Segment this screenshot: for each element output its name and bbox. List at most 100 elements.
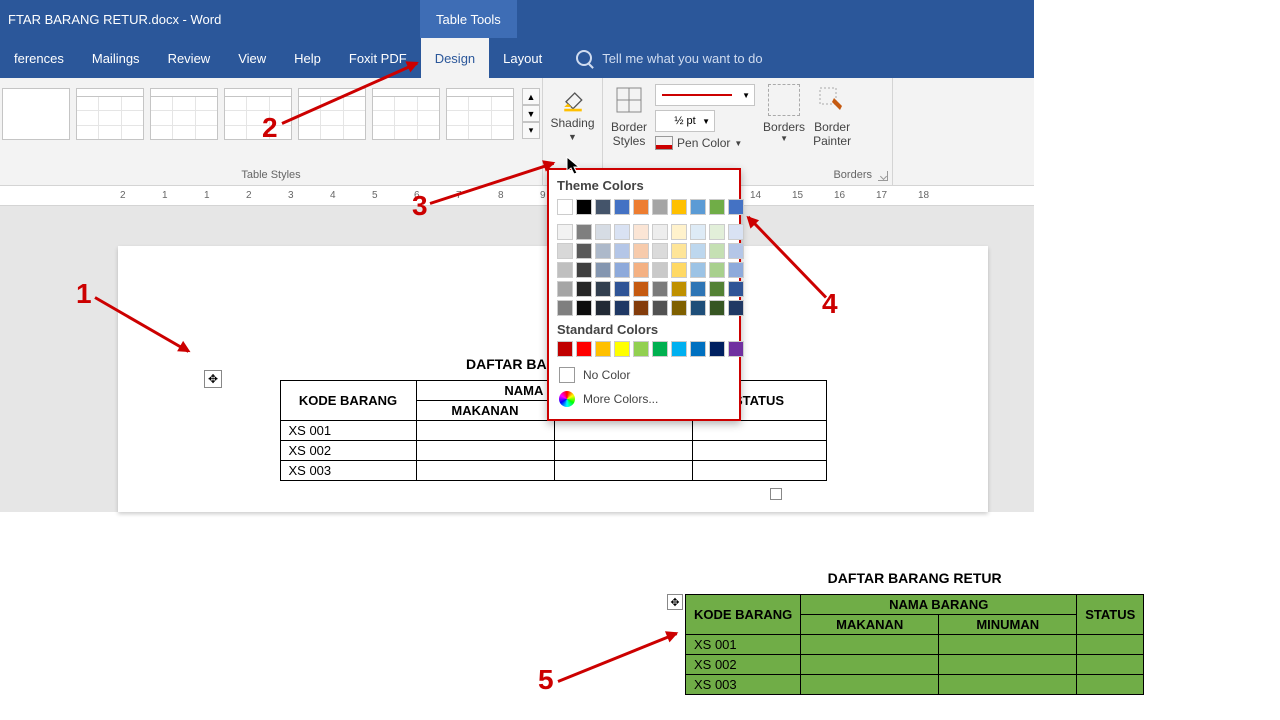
color-swatch[interactable] [652,224,668,240]
table-style-option[interactable] [446,88,514,140]
color-swatch[interactable] [728,262,744,278]
table-style-option[interactable] [2,88,70,140]
color-swatch[interactable] [690,199,706,215]
color-swatch[interactable] [557,300,573,316]
color-swatch[interactable] [652,341,668,357]
color-swatch[interactable] [709,300,725,316]
table-move-handle[interactable]: ✥ [204,370,222,388]
color-swatch[interactable] [709,262,725,278]
tab-review[interactable]: Review [154,38,225,78]
color-swatch[interactable] [709,281,725,297]
tab-references[interactable]: ferences [0,38,78,78]
color-swatch[interactable] [709,243,725,259]
color-swatch[interactable] [709,341,725,357]
borders-button[interactable]: Borders ▼ [763,84,805,143]
color-swatch[interactable] [614,341,630,357]
color-swatch[interactable] [671,262,687,278]
color-swatch[interactable] [728,341,744,357]
table-resize-handle[interactable] [770,488,782,500]
color-swatch[interactable] [690,224,706,240]
gallery-expand-button[interactable]: ▾ [522,122,540,139]
color-swatch[interactable] [709,224,725,240]
tab-design[interactable]: Design [421,38,489,78]
color-swatch[interactable] [728,224,744,240]
gallery-scroll-up-button[interactable]: ▲ [522,88,540,105]
shading-button[interactable]: Shading ▼ [546,82,598,146]
color-swatch[interactable] [728,199,744,215]
color-swatch[interactable] [557,281,573,297]
color-swatch[interactable] [671,243,687,259]
color-swatch[interactable] [671,199,687,215]
color-swatch[interactable] [633,262,649,278]
color-swatch[interactable] [595,341,611,357]
table-style-option[interactable] [224,88,292,140]
more-colors-item[interactable]: More Colors... [557,387,731,411]
color-swatch[interactable] [633,224,649,240]
color-swatch[interactable] [614,224,630,240]
color-swatch[interactable] [690,341,706,357]
table-header[interactable]: MAKANAN [416,401,554,421]
color-swatch[interactable] [690,281,706,297]
color-swatch[interactable] [652,199,668,215]
color-swatch[interactable] [728,243,744,259]
color-swatch[interactable] [576,341,592,357]
color-swatch[interactable] [557,199,573,215]
gallery-scroll-down-button[interactable]: ▼ [522,105,540,122]
color-swatch[interactable] [557,341,573,357]
color-swatch[interactable] [595,224,611,240]
color-swatch[interactable] [652,262,668,278]
color-swatch[interactable] [690,243,706,259]
color-swatch[interactable] [557,243,573,259]
pen-color-button[interactable]: Pen Color ▼ [655,136,755,150]
table-style-option[interactable] [150,88,218,140]
color-swatch[interactable] [633,341,649,357]
color-swatch[interactable] [576,243,592,259]
color-swatch[interactable] [671,281,687,297]
color-swatch[interactable] [595,199,611,215]
table-style-option[interactable] [298,88,366,140]
border-painter-button[interactable]: Border Painter [813,84,851,149]
color-swatch[interactable] [728,300,744,316]
color-swatch[interactable] [576,281,592,297]
color-swatch[interactable] [633,243,649,259]
color-swatch[interactable] [595,300,611,316]
dialog-launcher-icon[interactable] [878,171,888,181]
color-swatch[interactable] [614,281,630,297]
tell-me-search[interactable]: Tell me what you want to do [576,38,762,78]
no-color-item[interactable]: No Color [557,363,731,387]
color-swatch[interactable] [671,300,687,316]
color-swatch[interactable] [576,262,592,278]
tab-help[interactable]: Help [280,38,335,78]
color-swatch[interactable] [576,300,592,316]
color-swatch[interactable] [709,199,725,215]
table-header[interactable]: KODE BARANG [280,381,416,421]
color-swatch[interactable] [633,300,649,316]
color-swatch[interactable] [633,281,649,297]
tab-view[interactable]: View [224,38,280,78]
color-swatch[interactable] [728,281,744,297]
color-swatch[interactable] [595,281,611,297]
table-style-option[interactable] [372,88,440,140]
color-swatch[interactable] [652,243,668,259]
border-styles-button[interactable]: Border Styles [611,84,647,149]
color-swatch[interactable] [652,300,668,316]
color-swatch[interactable] [690,262,706,278]
color-swatch[interactable] [614,199,630,215]
color-swatch[interactable] [614,243,630,259]
color-swatch[interactable] [614,300,630,316]
color-swatch[interactable] [690,300,706,316]
color-swatch[interactable] [652,281,668,297]
tab-mailings[interactable]: Mailings [78,38,154,78]
color-swatch[interactable] [633,199,649,215]
tab-foxit-pdf[interactable]: Foxit PDF [335,38,421,78]
tab-layout[interactable]: Layout [489,38,556,78]
color-swatch[interactable] [576,224,592,240]
color-swatch[interactable] [614,262,630,278]
color-swatch[interactable] [557,262,573,278]
pen-style-dropdown[interactable]: ▼ [655,84,755,106]
table-style-option[interactable] [76,88,144,140]
color-swatch[interactable] [576,199,592,215]
color-swatch[interactable] [595,243,611,259]
color-swatch[interactable] [671,341,687,357]
table-move-handle[interactable]: ✥ [667,594,683,610]
